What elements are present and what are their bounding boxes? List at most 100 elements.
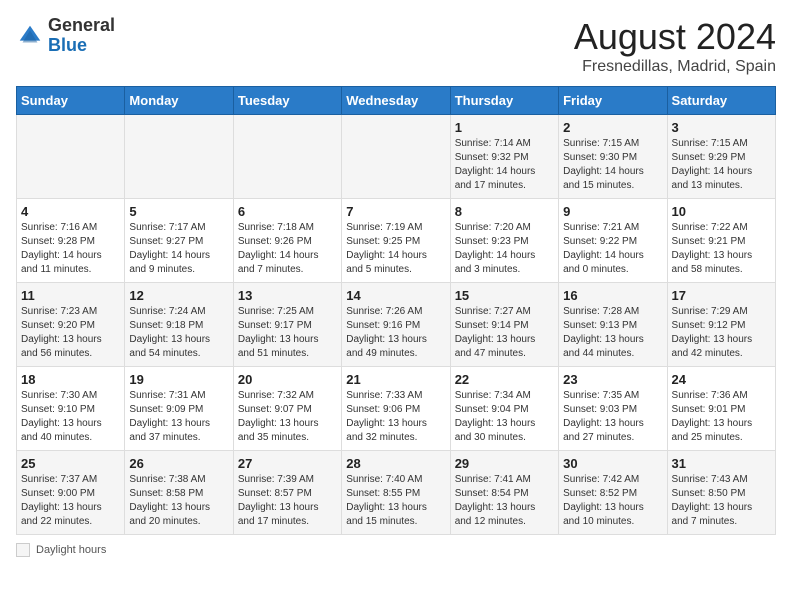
daylight-box-icon <box>16 543 30 557</box>
calendar-cell <box>17 115 125 199</box>
title-area: August 2024 Fresnedillas, Madrid, Spain <box>574 16 776 76</box>
day-info: Sunrise: 7:16 AM Sunset: 9:28 PM Dayligh… <box>21 221 120 277</box>
day-info: Sunrise: 7:22 AM Sunset: 9:21 PM Dayligh… <box>672 221 771 277</box>
calendar-cell: 19 Sunrise: 7:31 AM Sunset: 9:09 PM Dayli… <box>125 367 233 451</box>
day-info: Sunrise: 7:25 AM Sunset: 9:17 PM Dayligh… <box>238 305 337 361</box>
day-info: Sunrise: 7:15 AM Sunset: 9:30 PM Dayligh… <box>563 137 662 193</box>
header-day: Monday <box>125 87 233 115</box>
calendar-cell: 10Sunrise: 7:22 AM Sunset: 9:21 PM Dayli… <box>667 199 775 283</box>
day-info: Sunrise: 7:29 AM Sunset: 9:12 PM Dayligh… <box>672 305 771 361</box>
calendar-cell: 6 Sunrise: 7:18 AM Sunset: 9:26 PM Daylig… <box>233 199 341 283</box>
day-info: Sunrise: 7:36 AM Sunset: 9:01 PM Dayligh… <box>672 389 771 445</box>
day-info: Sunrise: 7:14 AM Sunset: 9:32 PM Dayligh… <box>455 137 554 193</box>
calendar-cell: 3 Sunrise: 7:15 AM Sunset: 9:29 PM Daylig… <box>667 115 775 199</box>
calendar-cell: 26 Sunrise: 7:38 AM Sunset: 8:58 PM Dayli… <box>125 451 233 535</box>
header: General Blue August 2024 Fresnedillas, M… <box>16 16 776 76</box>
calendar-cell: 4 Sunrise: 7:16 AM Sunset: 9:28 PM Daylig… <box>17 199 125 283</box>
calendar-cell <box>342 115 450 199</box>
day-number: 15 <box>455 288 554 303</box>
calendar-cell: 12Sunrise: 7:24 AM Sunset: 9:18 PM Dayli… <box>125 283 233 367</box>
day-info: Sunrise: 7:20 AM Sunset: 9:23 PM Dayligh… <box>455 221 554 277</box>
day-info: Sunrise: 7:19 AM Sunset: 9:25 PM Dayligh… <box>346 221 445 277</box>
day-number: 6 <box>238 204 337 219</box>
calendar-cell <box>233 115 341 199</box>
header-day: Thursday <box>450 87 558 115</box>
calendar-row: 4 Sunrise: 7:16 AM Sunset: 9:28 PM Daylig… <box>17 199 776 283</box>
day-number: 27 <box>238 456 337 471</box>
day-number: 21 <box>346 372 445 387</box>
calendar-table: SundayMondayTuesdayWednesdayThursdayFrid… <box>16 86 776 535</box>
day-number: 24 <box>672 372 771 387</box>
calendar-cell: 5Sunrise: 7:17 AM Sunset: 9:27 PM Daylig… <box>125 199 233 283</box>
footer: Daylight hours <box>16 543 776 557</box>
day-number: 3 <box>672 120 771 135</box>
day-info: Sunrise: 7:18 AM Sunset: 9:26 PM Dayligh… <box>238 221 337 277</box>
calendar-cell: 23Sunrise: 7:35 AM Sunset: 9:03 PM Dayli… <box>559 367 667 451</box>
calendar-row: 18 Sunrise: 7:30 AM Sunset: 9:10 PM Dayli… <box>17 367 776 451</box>
header-day: Friday <box>559 87 667 115</box>
day-number: 19 <box>129 372 228 387</box>
day-number: 30 <box>563 456 662 471</box>
calendar-cell: 14 Sunrise: 7:26 AM Sunset: 9:16 PM Dayli… <box>342 283 450 367</box>
day-info: Sunrise: 7:42 AM Sunset: 8:52 PM Dayligh… <box>563 473 662 529</box>
calendar-row: 11Sunrise: 7:23 AM Sunset: 9:20 PM Dayli… <box>17 283 776 367</box>
logo: General Blue <box>16 16 115 56</box>
day-info: Sunrise: 7:26 AM Sunset: 9:16 PM Dayligh… <box>346 305 445 361</box>
calendar-cell: 22 Sunrise: 7:34 AM Sunset: 9:04 PM Dayli… <box>450 367 558 451</box>
day-number: 2 <box>563 120 662 135</box>
day-number: 31 <box>672 456 771 471</box>
calendar-cell: 21Sunrise: 7:33 AM Sunset: 9:06 PM Dayli… <box>342 367 450 451</box>
calendar-cell: 16 Sunrise: 7:28 AM Sunset: 9:13 PM Dayli… <box>559 283 667 367</box>
day-info: Sunrise: 7:41 AM Sunset: 8:54 PM Dayligh… <box>455 473 554 529</box>
day-number: 18 <box>21 372 120 387</box>
logo-general: General <box>48 15 115 35</box>
day-info: Sunrise: 7:31 AM Sunset: 9:09 PM Dayligh… <box>129 389 228 445</box>
header-day: Tuesday <box>233 87 341 115</box>
day-info: Sunrise: 7:27 AM Sunset: 9:14 PM Dayligh… <box>455 305 554 361</box>
calendar-cell: 9 Sunrise: 7:21 AM Sunset: 9:22 PM Daylig… <box>559 199 667 283</box>
day-info: Sunrise: 7:35 AM Sunset: 9:03 PM Dayligh… <box>563 389 662 445</box>
calendar-cell: 25Sunrise: 7:37 AM Sunset: 9:00 PM Dayli… <box>17 451 125 535</box>
day-info: Sunrise: 7:28 AM Sunset: 9:13 PM Dayligh… <box>563 305 662 361</box>
day-info: Sunrise: 7:30 AM Sunset: 9:10 PM Dayligh… <box>21 389 120 445</box>
day-number: 26 <box>129 456 228 471</box>
calendar-cell: 18 Sunrise: 7:30 AM Sunset: 9:10 PM Dayli… <box>17 367 125 451</box>
day-info: Sunrise: 7:15 AM Sunset: 9:29 PM Dayligh… <box>672 137 771 193</box>
day-number: 9 <box>563 204 662 219</box>
calendar-cell <box>125 115 233 199</box>
day-info: Sunrise: 7:37 AM Sunset: 9:00 PM Dayligh… <box>21 473 120 529</box>
day-number: 20 <box>238 372 337 387</box>
day-info: Sunrise: 7:34 AM Sunset: 9:04 PM Dayligh… <box>455 389 554 445</box>
day-number: 4 <box>21 204 120 219</box>
day-number: 7 <box>346 204 445 219</box>
day-number: 1 <box>455 120 554 135</box>
day-number: 13 <box>238 288 337 303</box>
day-number: 16 <box>563 288 662 303</box>
day-number: 8 <box>455 204 554 219</box>
day-number: 14 <box>346 288 445 303</box>
day-info: Sunrise: 7:43 AM Sunset: 8:50 PM Dayligh… <box>672 473 771 529</box>
calendar-cell: 27 Sunrise: 7:39 AM Sunset: 8:57 PM Dayli… <box>233 451 341 535</box>
calendar-row: 1 Sunrise: 7:14 AM Sunset: 9:32 PM Daylig… <box>17 115 776 199</box>
calendar-cell: 11Sunrise: 7:23 AM Sunset: 9:20 PM Dayli… <box>17 283 125 367</box>
day-number: 22 <box>455 372 554 387</box>
header-day: Wednesday <box>342 87 450 115</box>
calendar-cell: 29Sunrise: 7:41 AM Sunset: 8:54 PM Dayli… <box>450 451 558 535</box>
calendar-cell: 17Sunrise: 7:29 AM Sunset: 9:12 PM Dayli… <box>667 283 775 367</box>
day-info: Sunrise: 7:23 AM Sunset: 9:20 PM Dayligh… <box>21 305 120 361</box>
header-day: Sunday <box>17 87 125 115</box>
day-info: Sunrise: 7:40 AM Sunset: 8:55 PM Dayligh… <box>346 473 445 529</box>
day-info: Sunrise: 7:38 AM Sunset: 8:58 PM Dayligh… <box>129 473 228 529</box>
logo-blue: Blue <box>48 35 87 55</box>
day-info: Sunrise: 7:39 AM Sunset: 8:57 PM Dayligh… <box>238 473 337 529</box>
calendar-cell: 30 Sunrise: 7:42 AM Sunset: 8:52 PM Dayli… <box>559 451 667 535</box>
calendar-cell: 24 Sunrise: 7:36 AM Sunset: 9:01 PM Dayli… <box>667 367 775 451</box>
day-info: Sunrise: 7:24 AM Sunset: 9:18 PM Dayligh… <box>129 305 228 361</box>
day-info: Sunrise: 7:21 AM Sunset: 9:22 PM Dayligh… <box>563 221 662 277</box>
month-year: August 2024 <box>574 16 776 58</box>
header-row: SundayMondayTuesdayWednesdayThursdayFrid… <box>17 87 776 115</box>
daylight-label: Daylight hours <box>36 544 106 556</box>
calendar-cell: 13 Sunrise: 7:25 AM Sunset: 9:17 PM Dayli… <box>233 283 341 367</box>
calendar-cell: 28Sunrise: 7:40 AM Sunset: 8:55 PM Dayli… <box>342 451 450 535</box>
calendar-row: 25Sunrise: 7:37 AM Sunset: 9:00 PM Dayli… <box>17 451 776 535</box>
